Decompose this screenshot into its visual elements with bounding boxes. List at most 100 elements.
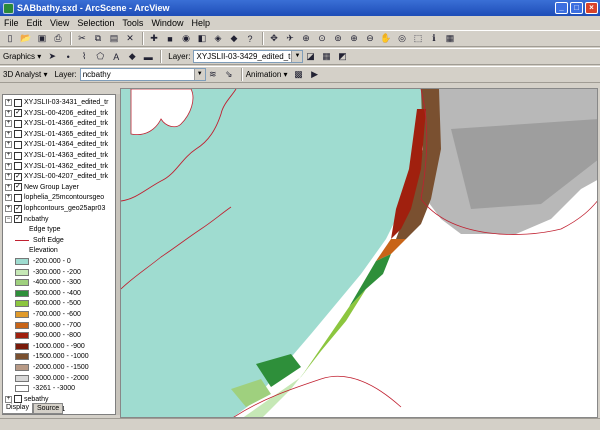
layer-checkbox[interactable]: ✓	[14, 215, 22, 224]
delete-icon[interactable]: ✕	[123, 32, 137, 45]
legend-class-row[interactable]: -200.000 - 0	[15, 256, 71, 267]
legend-class-row[interactable]: -900.000 - -800	[15, 330, 81, 341]
tab-source[interactable]: Source	[32, 403, 64, 414]
expand-icon[interactable]: +	[5, 99, 12, 106]
select-features-icon[interactable]: ⬚	[411, 32, 425, 45]
line-icon[interactable]: ⌇	[77, 50, 91, 63]
attributes-icon[interactable]: ▦	[319, 50, 333, 63]
scene-view[interactable]	[120, 88, 598, 418]
target-icon[interactable]: ⊕	[299, 32, 313, 45]
graphics-dropdown[interactable]: Graphics ▾	[3, 52, 41, 61]
collapse-icon[interactable]: −	[5, 215, 12, 223]
capture-view-icon[interactable]: ▩	[292, 68, 306, 81]
layer-combo[interactable]: XYJSLII-03-3429_edited_trk ▼	[193, 50, 304, 63]
expand-icon[interactable]: +	[5, 162, 12, 170]
menu-window[interactable]: Window	[151, 18, 183, 28]
menu-view[interactable]: View	[50, 18, 69, 28]
legend-class-row[interactable]: -400.000 - -300	[15, 277, 81, 288]
legend-edge-type[interactable]: Edge type	[29, 224, 61, 235]
minimize-button[interactable]: _	[555, 2, 568, 14]
globe-icon[interactable]: ◉	[179, 32, 193, 45]
animation-controls-icon[interactable]: ▶	[308, 68, 322, 81]
layer-checkbox[interactable]	[14, 140, 22, 149]
layer-checkbox[interactable]	[14, 119, 22, 128]
paste-icon[interactable]: ▤	[107, 32, 121, 45]
toc-layer-row[interactable]: + XYJSL-01-4363_edited_trk	[5, 150, 108, 161]
zoom-in-icon[interactable]: ⊕	[347, 32, 361, 45]
pan-icon[interactable]: ✋	[379, 32, 393, 45]
toc-layer-row[interactable]: + XYJSL-01-4364_edited_trk	[5, 139, 108, 150]
toc-layer-row[interactable]: + XYJSL-01-4362_edited_trk	[5, 161, 108, 172]
toc-layer-row[interactable]: + XYJSL-01-4365_edited_trk	[5, 129, 108, 140]
navigate-icon[interactable]: ✥	[267, 32, 281, 45]
layer-checkbox[interactable]	[14, 162, 22, 171]
full-extent-icon[interactable]: ◎	[395, 32, 409, 45]
layer-checkbox[interactable]: ✓	[14, 183, 22, 192]
full-screen-icon[interactable]: ■	[163, 32, 177, 45]
toc-layer-row[interactable]: + XYJSLII-03-3431_edited_tr	[5, 97, 108, 108]
editor-icon[interactable]: ◪	[303, 50, 317, 63]
expand-icon[interactable]: +	[5, 194, 12, 202]
open-folder-icon[interactable]: 📂	[19, 32, 33, 45]
model-builder-icon[interactable]: ◈	[211, 32, 225, 45]
expand-icon[interactable]: +	[5, 183, 12, 191]
steepest-path-icon[interactable]: ⇘	[222, 68, 236, 81]
legend-class-row[interactable]: -500.000 - -400	[15, 288, 81, 299]
expand-icon[interactable]: +	[5, 109, 12, 117]
layer-checkbox[interactable]: ✓	[14, 172, 22, 181]
layer-checkbox[interactable]: ✓	[14, 109, 22, 118]
identify-icon[interactable]: ℹ	[427, 32, 441, 45]
legend-class-row[interactable]: -3000.000 - -2000	[15, 373, 89, 384]
toc-layer-row[interactable]: + XYJSL-01-4366_edited_trk	[5, 118, 108, 129]
contour-icon[interactable]: ≋	[206, 68, 220, 81]
fill-color-icon[interactable]: ◆	[125, 50, 139, 63]
menu-edit[interactable]: Edit	[27, 18, 43, 28]
menu-help[interactable]: Help	[191, 18, 210, 28]
expand-icon[interactable]: +	[5, 141, 12, 149]
perspective-icon[interactable]: ▦	[443, 32, 457, 45]
menu-selection[interactable]: Selection	[77, 18, 114, 28]
legend-elevation[interactable]: Elevation	[29, 245, 58, 256]
zoom-out-icon[interactable]: ⊖	[363, 32, 377, 45]
toc-layer-row[interactable]: + ✓ lophcontours_geo25apr03	[5, 203, 105, 214]
expand-icon[interactable]: +	[5, 152, 12, 159]
toc-layer-row[interactable]: + ✓ XYJSL-00-4206_edited_trk	[5, 108, 108, 119]
copy-icon[interactable]: ⧉	[91, 32, 105, 45]
3d-analyst-dropdown[interactable]: 3D Analyst ▾	[3, 70, 47, 79]
select-elements-icon[interactable]: ➤	[45, 50, 59, 63]
legend-class-row[interactable]: -1500.000 - -1000	[15, 351, 89, 362]
chevron-down-icon[interactable]: ▼	[193, 69, 205, 80]
expand-icon[interactable]: +	[5, 130, 12, 138]
catalog-icon[interactable]: ◆	[227, 32, 241, 45]
fly-icon[interactable]: ✈	[283, 32, 297, 45]
toc-layer-row[interactable]: + ✓ XYJSL-00-4207_edited_trk	[5, 171, 108, 182]
zoom-to-target-icon[interactable]: ⊙	[315, 32, 329, 45]
legend-class-row[interactable]: -800.000 - -700	[15, 320, 81, 331]
menu-file[interactable]: File	[4, 18, 19, 28]
help-icon[interactable]: ?	[243, 32, 257, 45]
toc-layer-row[interactable]: + lophelia_25mcontoursgeo	[5, 192, 104, 203]
layer-properties-icon[interactable]: ◩	[335, 50, 349, 63]
legend-class-row[interactable]: -600.000 - -500	[15, 298, 81, 309]
add-data-icon[interactable]: ✚	[147, 32, 161, 45]
polygon-icon[interactable]: ⬠	[93, 50, 107, 63]
center-on-target-icon[interactable]: ⊚	[331, 32, 345, 45]
menu-tools[interactable]: Tools	[122, 18, 143, 28]
legend-class-row[interactable]: -300.000 - -200	[15, 267, 81, 278]
cut-icon[interactable]: ✂	[75, 32, 89, 45]
expand-icon[interactable]: +	[5, 205, 12, 212]
save-icon[interactable]: ▣	[35, 32, 49, 45]
new-document-icon[interactable]: ▯	[3, 32, 17, 45]
layer-checkbox[interactable]	[14, 193, 22, 202]
legend-soft-edge[interactable]: Soft Edge	[15, 235, 64, 246]
close-button[interactable]: ×	[585, 2, 598, 14]
analyst-layer-combo[interactable]: ncbathy ▼	[79, 68, 206, 81]
text-icon[interactable]: A	[109, 50, 123, 63]
toc-layer-ncbathy[interactable]: − ✓ ncbathy	[5, 214, 49, 225]
expand-icon[interactable]: +	[5, 120, 12, 128]
point-icon[interactable]: •	[61, 50, 75, 63]
legend-class-row[interactable]: -700.000 - -600	[15, 309, 81, 320]
chevron-down-icon[interactable]: ▼	[291, 51, 303, 62]
layer-checkbox[interactable]: ✓	[14, 204, 22, 213]
toc-layer-row[interactable]: + ✓ New Group Layer	[5, 182, 79, 193]
